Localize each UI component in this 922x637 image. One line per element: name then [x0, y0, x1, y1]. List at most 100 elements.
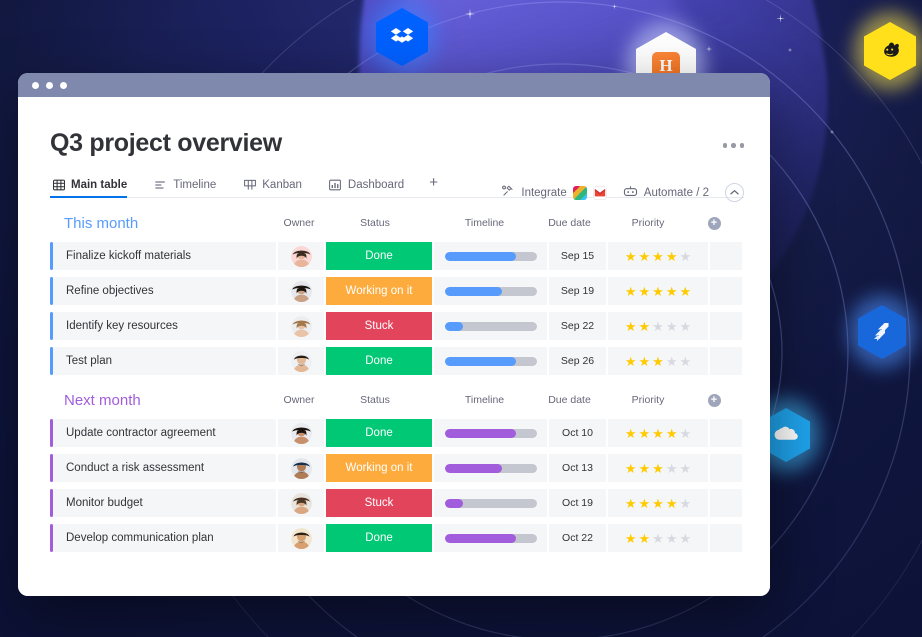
row-due-date-cell[interactable]: Oct 22	[549, 524, 606, 552]
priority-star[interactable]: ★	[625, 250, 637, 263]
row-name-cell[interactable]: Refine objectives	[53, 277, 276, 305]
row-owner-cell[interactable]	[278, 347, 324, 375]
collapse-toolbar-button[interactable]	[725, 183, 744, 202]
add-column-button[interactable]: +	[707, 393, 721, 407]
row-status-cell[interactable]: Done	[326, 524, 432, 552]
priority-star[interactable]: ★	[652, 462, 664, 475]
row-priority-cell[interactable]: ★ ★ ★ ★ ★	[608, 489, 708, 517]
priority-star[interactable]: ★	[652, 285, 664, 298]
priority-star[interactable]: ★	[679, 355, 691, 368]
window-close-dot[interactable]	[32, 81, 39, 89]
automate-button[interactable]: Automate / 2	[623, 185, 709, 201]
priority-star[interactable]: ★	[625, 497, 637, 510]
row-priority-cell[interactable]: ★ ★ ★ ★ ★	[608, 454, 708, 482]
priority-star[interactable]: ★	[679, 532, 691, 545]
priority-star[interactable]: ★	[666, 285, 678, 298]
priority-star[interactable]: ★	[639, 462, 651, 475]
column-header-due-date[interactable]: Due date	[541, 394, 598, 406]
row-due-date-cell[interactable]: Sep 15	[549, 242, 606, 270]
row-owner-cell[interactable]	[278, 489, 324, 517]
column-header-due-date[interactable]: Due date	[541, 217, 598, 229]
row-owner-cell[interactable]	[278, 419, 324, 447]
row-status-cell[interactable]: Stuck	[326, 489, 432, 517]
table-row[interactable]: Monitor budget Stuck Oct 19 ★ ★ ★ ★ ★	[50, 489, 744, 517]
row-due-date-cell[interactable]: Oct 19	[549, 489, 606, 517]
priority-star[interactable]: ★	[666, 462, 678, 475]
priority-star[interactable]: ★	[652, 250, 664, 263]
priority-star[interactable]: ★	[679, 427, 691, 440]
priority-star[interactable]: ★	[679, 462, 691, 475]
row-name-cell[interactable]: Develop communication plan	[53, 524, 276, 552]
priority-star[interactable]: ★	[639, 285, 651, 298]
row-owner-cell[interactable]	[278, 454, 324, 482]
table-row[interactable]: Conduct a risk assessment Working on it O…	[50, 454, 744, 482]
row-status-cell[interactable]: Done	[326, 419, 432, 447]
row-status-cell[interactable]: Working on it	[326, 277, 432, 305]
column-header-owner[interactable]: Owner	[276, 394, 322, 406]
priority-star[interactable]: ★	[639, 250, 651, 263]
row-timeline-cell[interactable]	[434, 277, 547, 305]
priority-star[interactable]: ★	[652, 532, 664, 545]
table-row[interactable]: Update contractor agreement Done Oct 10 ★ ★…	[50, 419, 744, 447]
priority-star[interactable]: ★	[666, 427, 678, 440]
priority-star[interactable]: ★	[666, 532, 678, 545]
row-priority-cell[interactable]: ★ ★ ★ ★ ★	[608, 419, 708, 447]
row-status-cell[interactable]: Stuck	[326, 312, 432, 340]
column-header-timeline[interactable]: Timeline	[428, 217, 541, 229]
row-priority-cell[interactable]: ★ ★ ★ ★ ★	[608, 312, 708, 340]
row-timeline-cell[interactable]	[434, 419, 547, 447]
dropbox-icon[interactable]	[366, 0, 438, 76]
tab-main-table[interactable]: Main table	[50, 178, 138, 198]
row-timeline-cell[interactable]	[434, 347, 547, 375]
priority-star[interactable]: ★	[652, 497, 664, 510]
row-name-cell[interactable]: Finalize kickoff materials	[53, 242, 276, 270]
row-due-date-cell[interactable]: Sep 26	[549, 347, 606, 375]
priority-star[interactable]: ★	[625, 320, 637, 333]
row-owner-cell[interactable]	[278, 524, 324, 552]
row-status-cell[interactable]: Working on it	[326, 454, 432, 482]
priority-star[interactable]: ★	[625, 427, 637, 440]
row-timeline-cell[interactable]	[434, 454, 547, 482]
jira-icon[interactable]	[848, 295, 916, 369]
row-timeline-cell[interactable]	[434, 524, 547, 552]
column-header-priority[interactable]: Priority	[598, 394, 698, 406]
row-priority-cell[interactable]: ★ ★ ★ ★ ★	[608, 277, 708, 305]
window-minimize-dot[interactable]	[46, 81, 53, 89]
priority-star[interactable]: ★	[639, 355, 651, 368]
row-name-cell[interactable]: Update contractor agreement	[53, 419, 276, 447]
priority-star[interactable]: ★	[639, 427, 651, 440]
column-header-priority[interactable]: Priority	[598, 217, 698, 229]
row-timeline-cell[interactable]	[434, 489, 547, 517]
priority-star[interactable]: ★	[639, 320, 651, 333]
group-title[interactable]: Next month	[50, 392, 276, 409]
row-name-cell[interactable]: Conduct a risk assessment	[53, 454, 276, 482]
row-owner-cell[interactable]	[278, 312, 324, 340]
priority-star[interactable]: ★	[625, 355, 637, 368]
row-due-date-cell[interactable]: Oct 13	[549, 454, 606, 482]
priority-star[interactable]: ★	[679, 497, 691, 510]
row-timeline-cell[interactable]	[434, 242, 547, 270]
column-header-timeline[interactable]: Timeline	[428, 394, 541, 406]
row-due-date-cell[interactable]: Sep 19	[549, 277, 606, 305]
priority-star[interactable]: ★	[666, 497, 678, 510]
priority-star[interactable]: ★	[625, 285, 637, 298]
tab-kanban[interactable]: Kanban	[241, 178, 313, 197]
priority-star[interactable]: ★	[652, 320, 664, 333]
priority-star[interactable]: ★	[666, 355, 678, 368]
priority-star[interactable]: ★	[666, 250, 678, 263]
priority-star[interactable]: ★	[639, 497, 651, 510]
priority-star[interactable]: ★	[679, 250, 691, 263]
table-row[interactable]: Develop communication plan Done Oct 22 ★ ★ ★…	[50, 524, 744, 552]
row-name-cell[interactable]: Monitor budget	[53, 489, 276, 517]
row-status-cell[interactable]: Done	[326, 242, 432, 270]
table-row[interactable]: Test plan Done Sep 26 ★ ★ ★ ★ ★	[50, 347, 744, 375]
row-due-date-cell[interactable]: Oct 10	[549, 419, 606, 447]
add-view-button[interactable]: +	[429, 174, 438, 197]
row-due-date-cell[interactable]: Sep 22	[549, 312, 606, 340]
column-header-owner[interactable]: Owner	[276, 217, 322, 229]
integrate-button[interactable]: Integrate	[501, 184, 607, 201]
tab-dashboard[interactable]: Dashboard	[327, 178, 415, 197]
row-timeline-cell[interactable]	[434, 312, 547, 340]
table-row[interactable]: Refine objectives Working on it Sep 19 ★ ★ ★…	[50, 277, 744, 305]
column-header-status[interactable]: Status	[322, 217, 428, 229]
